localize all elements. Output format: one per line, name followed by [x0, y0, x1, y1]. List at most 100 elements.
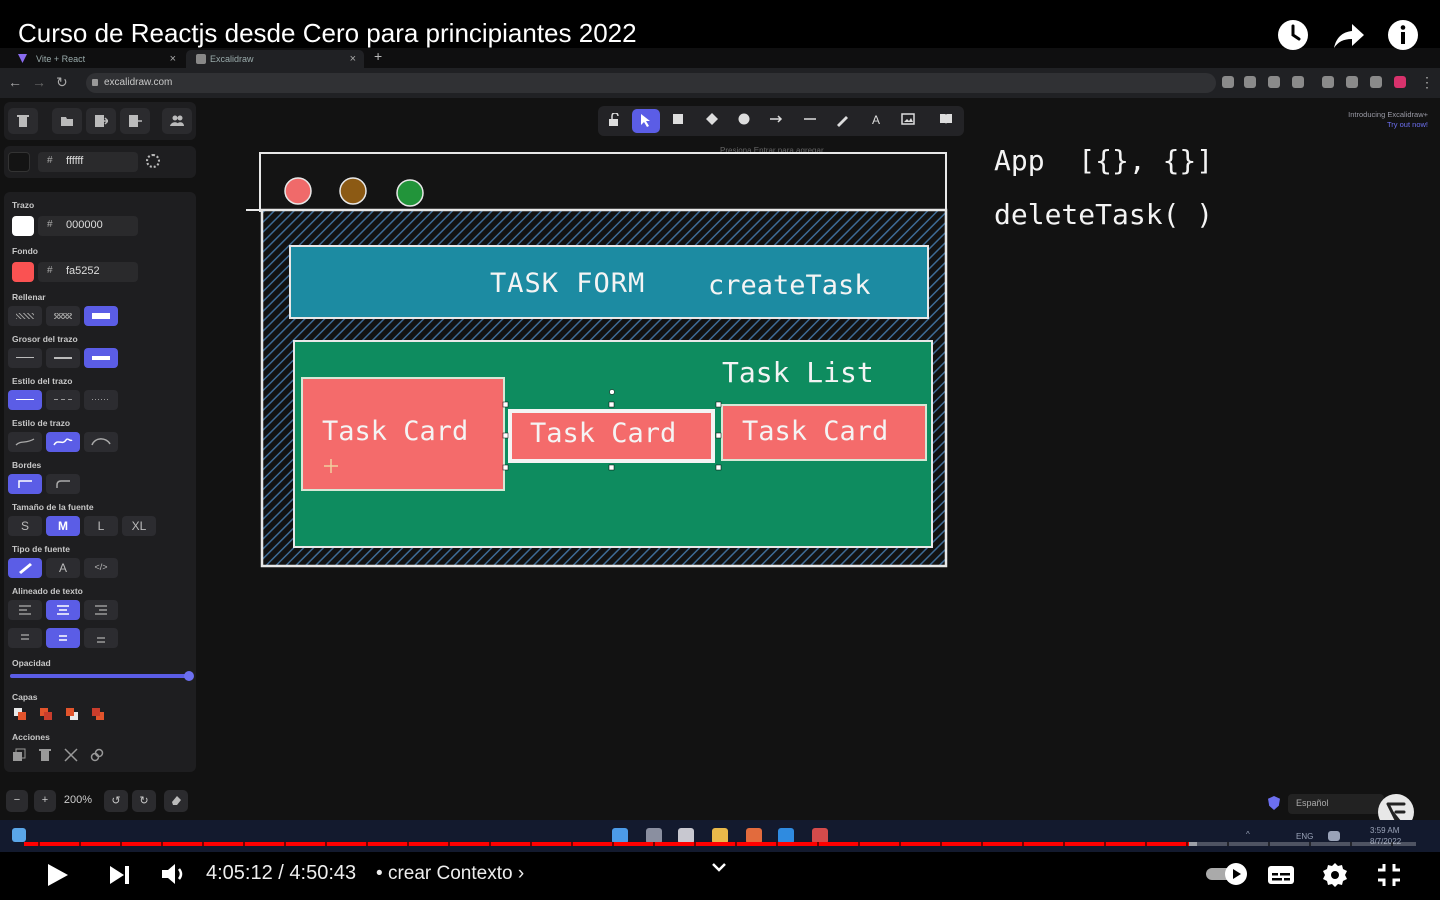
video-title[interactable]: Curso de Reactjs desde Cero para princip… [18, 18, 637, 49]
chapter-bullet: • [376, 863, 383, 884]
video-controls: 4:05:12 / 4:50:43 • crear Contexto › [0, 848, 1440, 900]
chapter-gap [38, 842, 40, 846]
share-icon[interactable] [1332, 18, 1366, 52]
chapter-gap [1063, 842, 1065, 846]
chapter-gap [1391, 842, 1393, 846]
translate-icon[interactable] [1244, 76, 1256, 88]
task-form-label[interactable]: TASK FORM [490, 268, 645, 299]
autoplay-icon [1206, 863, 1247, 885]
chapter-gap [817, 842, 819, 846]
new-tab-button[interactable]: + [374, 48, 382, 64]
play-icon [48, 864, 68, 886]
tray-chevron-icon[interactable]: ^ [1246, 830, 1250, 839]
chapter-gap [325, 842, 327, 846]
profile-icon[interactable] [1394, 76, 1406, 88]
browser-tabbar: Vite + React × Excalidraw × [0, 48, 1440, 68]
extension-icon[interactable] [1322, 76, 1334, 88]
time-display: 4:05:12 / 4:50:43 [206, 862, 356, 885]
chapter-button[interactable]: • crear Contexto › [376, 863, 524, 885]
reload-icon[interactable]: ↻ [56, 74, 68, 91]
back-icon[interactable]: ← [8, 74, 22, 90]
expand-chevron-button[interactable] [710, 860, 728, 878]
chapter-gap [202, 842, 204, 846]
video-progress-bar[interactable] [24, 842, 1416, 846]
chapter-gap [735, 842, 737, 846]
chapter-gap [1227, 842, 1229, 846]
chapter-gap [79, 842, 81, 846]
gear-icon [1323, 863, 1347, 887]
undo-button[interactable]: ↺ [104, 790, 128, 812]
next-icon [110, 866, 129, 884]
eraser-icon [172, 796, 181, 805]
chapter-gap [612, 842, 614, 846]
played-range [24, 842, 1190, 846]
task-card-label-2[interactable]: Task Card [530, 418, 676, 449]
url-bar[interactable]: excalidraw.com [86, 73, 1216, 93]
sidepanel-icon[interactable] [1370, 76, 1382, 88]
share-page-icon[interactable] [1268, 76, 1280, 88]
bookmark-star-icon[interactable] [1292, 76, 1304, 88]
chapter-gap [366, 842, 368, 846]
settings-button[interactable] [1322, 862, 1348, 893]
delete-task-note[interactable]: deleteTask( ) [994, 198, 1213, 231]
widgets-icon[interactable] [12, 828, 26, 842]
exit-fullscreen-icon [1378, 864, 1400, 886]
lock-icon [92, 79, 98, 86]
chapter-gap [243, 842, 245, 846]
browser-addressbar: ← → ↻ excalidraw.com ⋮ [0, 68, 1440, 98]
tab-label: Vite + React [36, 54, 86, 64]
tab-excalidraw[interactable]: Excalidraw × [186, 50, 364, 68]
subtitles-button[interactable] [1266, 864, 1296, 891]
volume-button[interactable] [160, 862, 188, 891]
vite-icon [18, 54, 27, 63]
tab-close-button[interactable]: × [170, 53, 176, 65]
tab-vite-react[interactable]: Vite + React × [4, 50, 184, 68]
zoom-in-button[interactable]: + [34, 790, 56, 812]
exit-fullscreen-button[interactable] [1376, 862, 1402, 893]
task-card-label-3[interactable]: Task Card [742, 416, 888, 447]
play-button[interactable] [44, 862, 70, 893]
window-dot-red[interactable] [284, 177, 312, 205]
drawing-canvas[interactable] [0, 98, 1440, 820]
chapter-gap [120, 842, 122, 846]
zoom-level[interactable]: 200% [58, 790, 98, 812]
video-top-overlay: Curso de Reactjs desde Cero para princip… [0, 0, 1440, 50]
tab-close-button[interactable]: × [350, 53, 356, 65]
subtitles-icon [1268, 866, 1294, 884]
chapter-gap [161, 842, 163, 846]
redo-button[interactable]: ↻ [132, 790, 156, 812]
google-lens-icon[interactable] [1222, 76, 1234, 88]
chapter-gap [694, 842, 696, 846]
language-select[interactable]: Español [1288, 794, 1384, 814]
eraser-button[interactable] [164, 790, 188, 812]
app-state-note[interactable]: App [{}, {}] [994, 144, 1213, 177]
create-task-label[interactable]: createTask [708, 270, 871, 301]
chapter-gap [1309, 842, 1311, 846]
network-icon[interactable] [1328, 831, 1340, 841]
chapter-gap [940, 842, 942, 846]
chapter-gap [407, 842, 409, 846]
buffered-range [1189, 842, 1198, 846]
tray-time[interactable]: 3:59 AM [1370, 826, 1399, 835]
window-dot-green[interactable] [396, 179, 424, 207]
watch-later-icon[interactable] [1276, 18, 1310, 52]
chapter-gap [1145, 842, 1147, 846]
chapter-gap [776, 842, 778, 846]
forward-icon[interactable]: → [32, 74, 46, 90]
total-time: 4:50:43 [289, 862, 357, 884]
task-list-label[interactable]: Task List [722, 356, 874, 389]
tray-language[interactable]: ENG [1296, 832, 1313, 841]
task-card-label-1[interactable]: Task Card [322, 416, 468, 447]
next-button[interactable] [108, 864, 132, 891]
puzzle-icon[interactable] [1346, 76, 1358, 88]
excalidraw-app: # ffffff Trazo #000000 Fondo # fa5252 Rell… [0, 98, 1440, 830]
undo-icon: ↺ [111, 795, 121, 807]
autoplay-toggle[interactable] [1204, 862, 1250, 891]
current-time: 4:05:12 [206, 862, 273, 884]
window-dot-brown[interactable] [339, 177, 367, 205]
menu-dots-icon[interactable]: ⋮ [1420, 74, 1434, 91]
chapter-gap [858, 842, 860, 846]
zoom-out-button[interactable]: − [6, 790, 28, 812]
excalidraw-tab-icon [196, 54, 206, 64]
info-icon[interactable] [1386, 18, 1420, 52]
